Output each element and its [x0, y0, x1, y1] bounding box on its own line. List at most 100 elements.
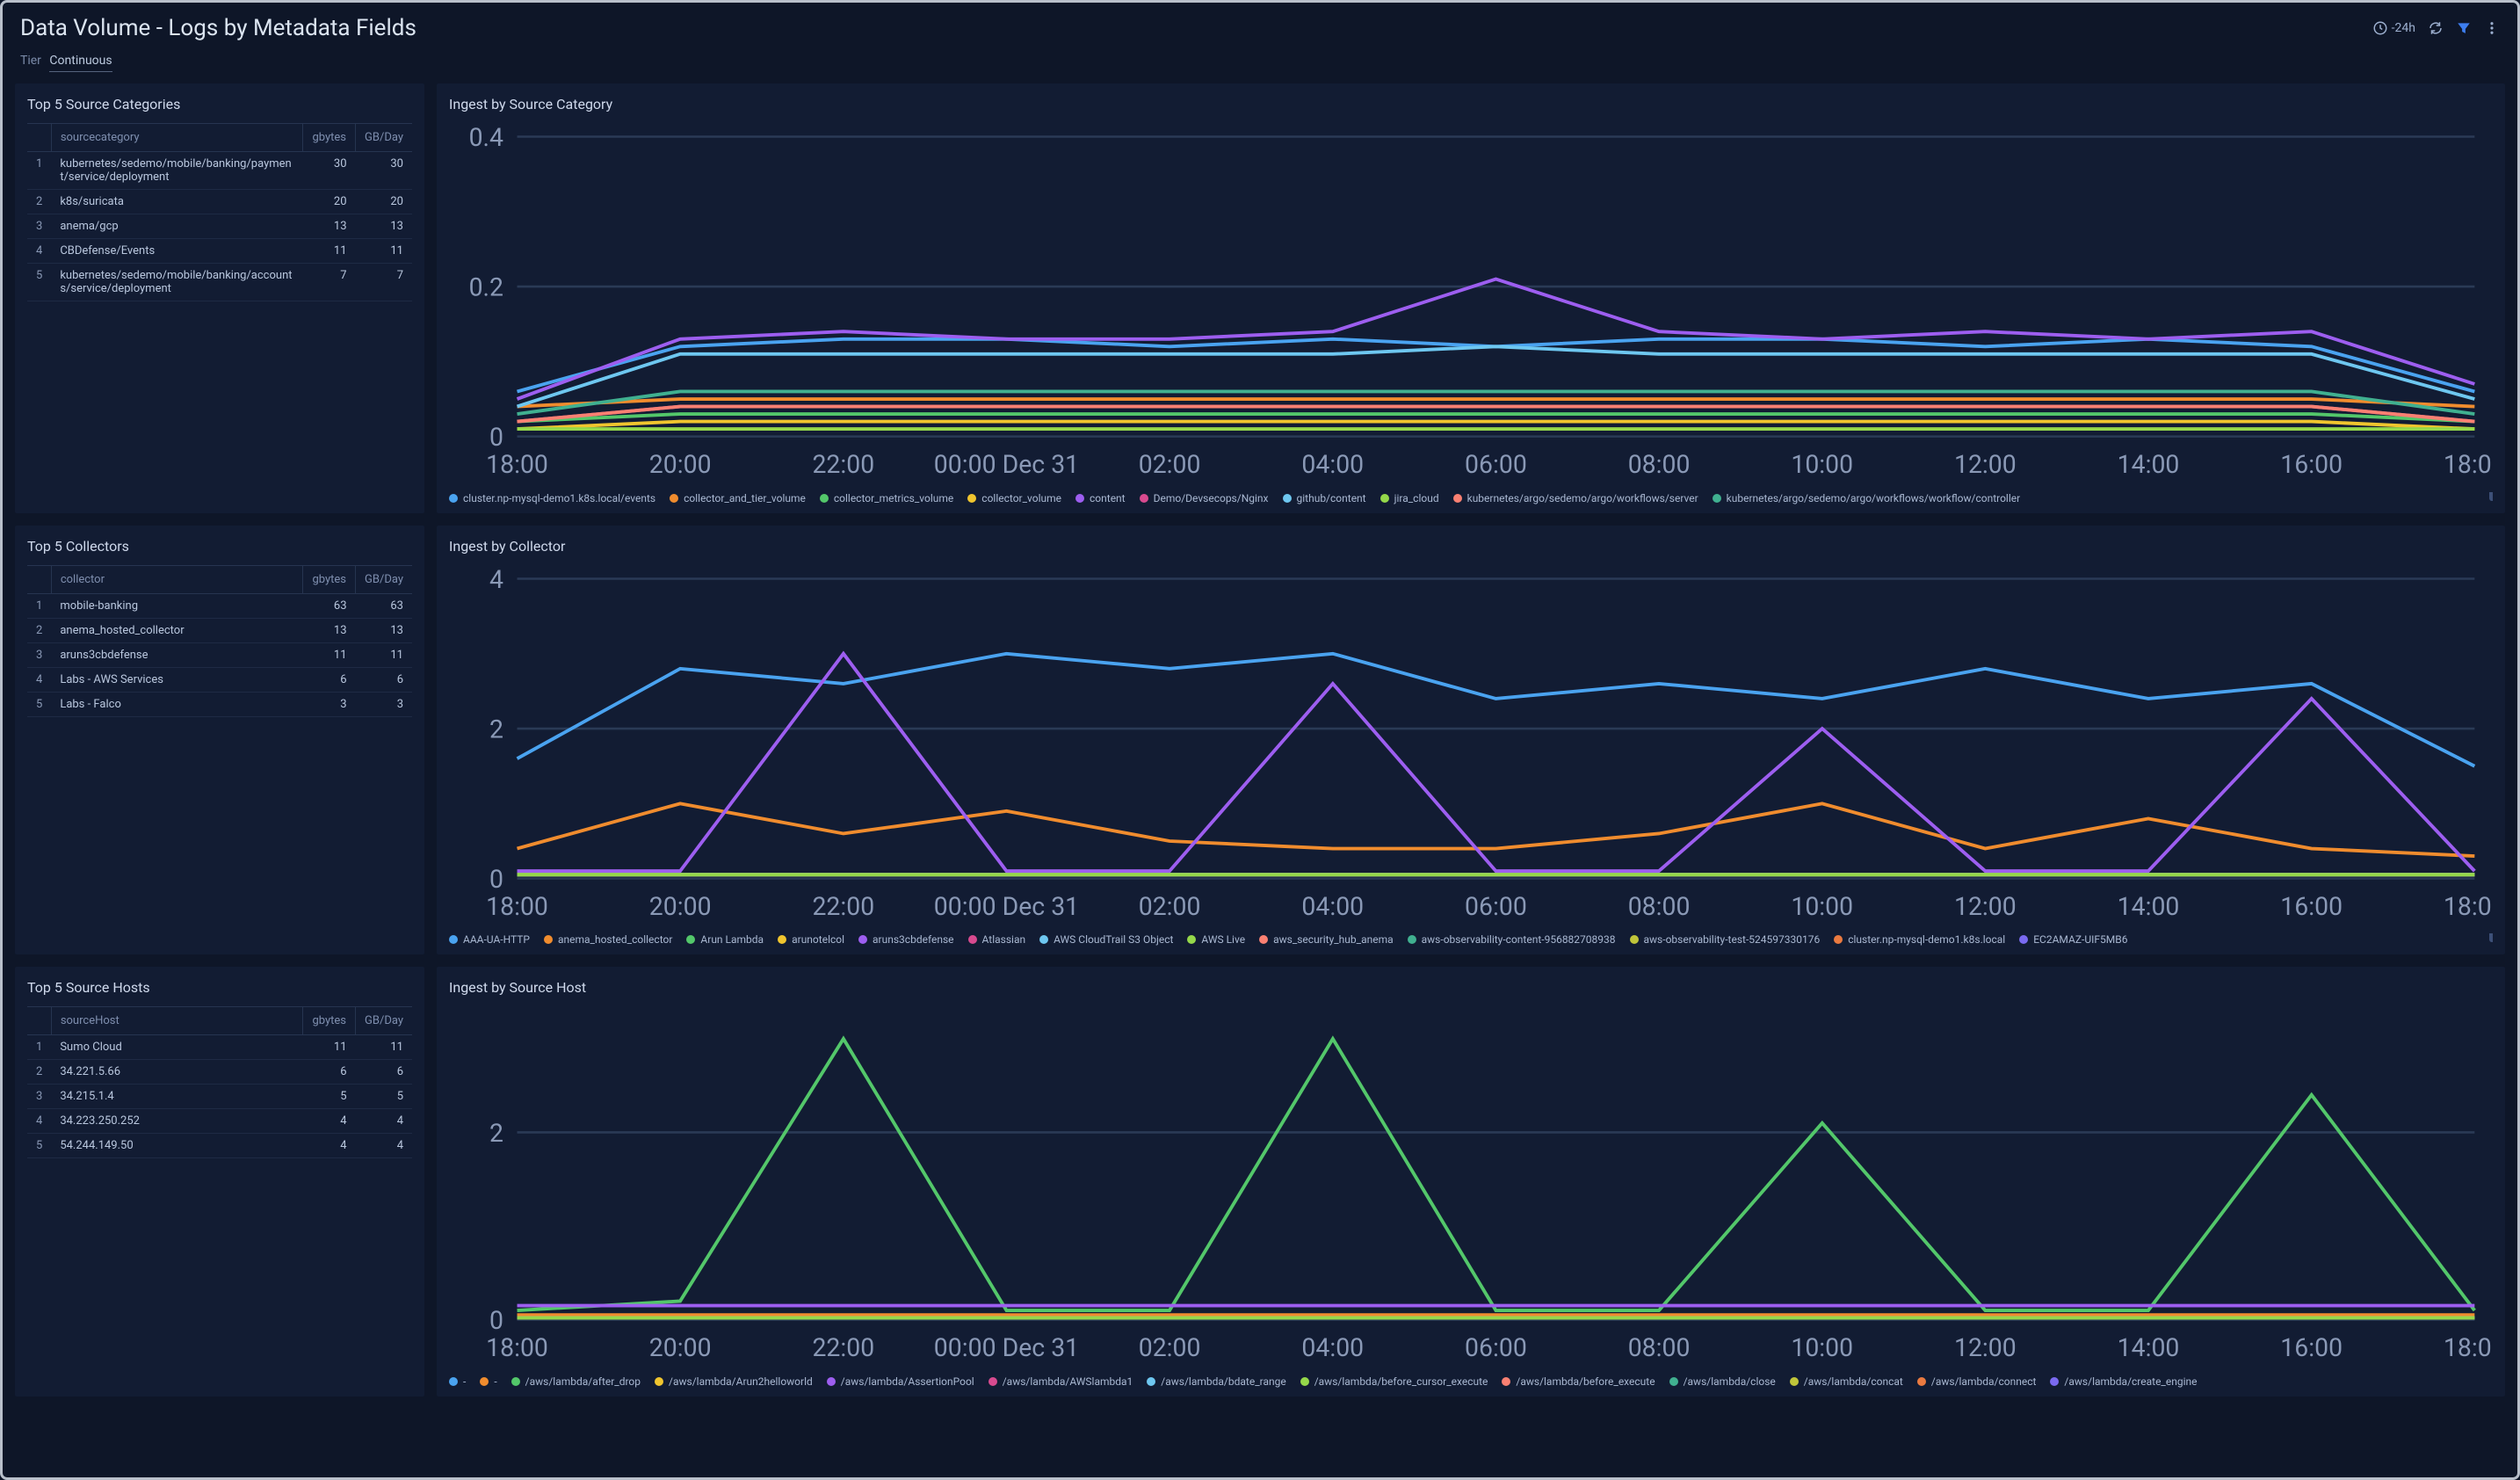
filter-bar: Tier Continuous — [3, 48, 2517, 76]
legend-item[interactable]: /aws/lambda/AWSlambda1 — [988, 1375, 1133, 1388]
legend-item[interactable]: kubernetes/argo/sedemo/argo/workflows/se… — [1453, 492, 1698, 504]
panel-ingest-source-host: Ingest by Source Host 0218:0020:0022:000… — [437, 967, 2505, 1397]
legend-item[interactable]: /aws/lambda/close — [1669, 1375, 1776, 1388]
legend-item[interactable]: - — [449, 1375, 466, 1388]
legend-item[interactable]: aws-observability-content-956882708938 — [1408, 933, 1616, 946]
svg-text:08:00: 08:00 — [1628, 450, 1691, 479]
legend-item[interactable]: AWS Live — [1187, 933, 1245, 946]
legend-item[interactable]: /aws/lambda/before_execute — [1502, 1375, 1655, 1388]
svg-text:10:00: 10:00 — [1791, 1333, 1853, 1362]
table-row[interactable]: 1kubernetes/sedemo/mobile/banking/paymen… — [27, 152, 412, 190]
svg-text:18:00: 18:00 — [486, 450, 548, 479]
legend-item[interactable]: cluster.np-mysql-demo1.k8s.local/events — [449, 492, 655, 504]
chart: 00.20.418:0020:0022:0000:00 Dec 3102:000… — [449, 123, 2493, 504]
table-row[interactable]: 1Sumo Cloud1111 — [27, 1035, 412, 1060]
legend-item[interactable]: - — [480, 1375, 496, 1388]
legend-item[interactable]: anema_hosted_collector — [544, 933, 672, 946]
filter-icon[interactable] — [2456, 20, 2472, 36]
svg-text:22:00: 22:00 — [812, 1333, 874, 1362]
legend-item[interactable]: EC2AMAZ-UIF5MB6 — [2019, 933, 2127, 946]
svg-text:2: 2 — [489, 715, 503, 744]
svg-text:08:00: 08:00 — [1628, 891, 1691, 920]
table-row[interactable]: 4CBDefense/Events1111 — [27, 239, 412, 264]
svg-text:00:00 Dec 31: 00:00 Dec 31 — [934, 891, 1079, 920]
clock-icon — [2372, 20, 2388, 36]
legend-scroll[interactable] — [2489, 933, 2493, 942]
table-row[interactable]: 434.223.250.25244 — [27, 1109, 412, 1134]
tier-filter-label: Tier — [20, 54, 41, 68]
legend-item[interactable]: Atlassian — [968, 933, 1026, 946]
table-row[interactable]: 4Labs - AWS Services66 — [27, 667, 412, 692]
legend-item[interactable]: collector_and_tier_volume — [670, 492, 806, 504]
table-row[interactable]: 5Labs - Falco33 — [27, 692, 412, 716]
table-row[interactable]: 1mobile-banking6363 — [27, 593, 412, 618]
panel-ingest-collector: Ingest by Collector 02418:0020:0022:0000… — [437, 526, 2505, 955]
legend-item[interactable]: cluster.np-mysql-demo1.k8s.local — [1834, 933, 2005, 946]
svg-text:06:00: 06:00 — [1465, 450, 1527, 479]
svg-text:0: 0 — [489, 864, 503, 893]
legend-item[interactable]: content — [1075, 492, 1126, 504]
panel-top-source-categories: Top 5 Source Categories sourcecategorygb… — [15, 83, 424, 513]
legend-item[interactable]: aruns3cbdefense — [858, 933, 954, 946]
svg-text:20:00: 20:00 — [649, 450, 712, 479]
table-row[interactable]: 3aruns3cbdefense1111 — [27, 642, 412, 667]
svg-text:14:00: 14:00 — [2118, 891, 2180, 920]
svg-text:14:00: 14:00 — [2118, 1333, 2180, 1362]
dashboard-grid: Top 5 Source Categories sourcecategorygb… — [3, 76, 2517, 1409]
table-row[interactable]: 2k8s/suricata2020 — [27, 190, 412, 214]
panel-top-source-hosts: Top 5 Source Hosts sourceHostgbytesGB/Da… — [15, 967, 424, 1397]
legend-item[interactable]: jira_cloud — [1380, 492, 1439, 504]
svg-text:04:00: 04:00 — [1301, 450, 1364, 479]
legend-item[interactable]: github/content — [1283, 492, 1366, 504]
legend-item[interactable]: Demo/Devsecops/Nginx — [1140, 492, 1269, 504]
table-row[interactable]: 554.244.149.5044 — [27, 1134, 412, 1158]
legend-item[interactable]: aws_security_hub_anema — [1259, 933, 1394, 946]
legend-item[interactable]: /aws/lambda/connect — [1917, 1375, 2037, 1388]
legend-item[interactable]: collector_volume — [967, 492, 1061, 504]
svg-text:08:00: 08:00 — [1628, 1333, 1691, 1362]
table-row[interactable]: 3anema/gcp1313 — [27, 214, 412, 239]
svg-text:18:00: 18:00 — [2444, 1333, 2493, 1362]
refresh-icon[interactable] — [2428, 20, 2444, 36]
legend-item[interactable]: collector_metrics_volume — [820, 492, 953, 504]
svg-text:12:00: 12:00 — [1954, 1333, 2017, 1362]
page-header: Data Volume - Logs by Metadata Fields -2… — [3, 3, 2517, 48]
legend-item[interactable]: /aws/lambda/before_cursor_execute — [1300, 1375, 1488, 1388]
svg-text:06:00: 06:00 — [1465, 891, 1527, 920]
panel-ingest-source-category: Ingest by Source Category 00.20.418:0020… — [437, 83, 2505, 513]
tier-filter-value[interactable]: Continuous — [49, 54, 112, 72]
chart-legend: AAA-UA-HTTP anema_hosted_collector Arun La… — [449, 933, 2493, 946]
kebab-menu-icon[interactable] — [2484, 20, 2500, 36]
time-range-selector[interactable]: -24h — [2372, 20, 2415, 36]
legend-item[interactable]: kubernetes/argo/sedemo/argo/workflows/wo… — [1713, 492, 2021, 504]
legend-item[interactable]: arunotelcol — [778, 933, 844, 946]
legend-item[interactable]: /aws/lambda/Arun2helloworld — [655, 1375, 813, 1388]
top-source-categories-table: sourcecategorygbytesGB/Day1kubernetes/se… — [27, 123, 412, 301]
chart: 0218:0020:0022:0000:00 Dec 3102:0004:000… — [449, 1006, 2493, 1388]
svg-text:02:00: 02:00 — [1139, 450, 1201, 479]
panel-title: Top 5 Source Categories — [27, 96, 412, 112]
table-row[interactable]: 5kubernetes/sedemo/mobile/banking/accoun… — [27, 264, 412, 301]
legend-item[interactable]: /aws/lambda/concat — [1790, 1375, 1903, 1388]
legend-item[interactable]: AAA-UA-HTTP — [449, 933, 530, 946]
panel-title: Top 5 Source Hosts — [27, 979, 412, 996]
svg-text:12:00: 12:00 — [1954, 891, 2017, 920]
legend-item[interactable]: /aws/lambda/create_engine — [2050, 1375, 2197, 1388]
table-row[interactable]: 234.221.5.6666 — [27, 1060, 412, 1085]
svg-text:02:00: 02:00 — [1139, 1333, 1201, 1362]
table-row[interactable]: 334.215.1.455 — [27, 1085, 412, 1109]
svg-text:0: 0 — [489, 423, 503, 452]
legend-item[interactable]: /aws/lambda/AssertionPool — [827, 1375, 974, 1388]
legend-scroll[interactable] — [2489, 492, 2493, 501]
legend-item[interactable]: Arun Lambda — [686, 933, 764, 946]
svg-text:02:00: 02:00 — [1139, 891, 1201, 920]
table-row[interactable]: 2anema_hosted_collector1313 — [27, 618, 412, 642]
legend-item[interactable]: /aws/lambda/bdate_range — [1147, 1375, 1285, 1388]
legend-item[interactable]: /aws/lambda/after_drop — [511, 1375, 641, 1388]
legend-item[interactable]: AWS CloudTrail S3 Object — [1039, 933, 1173, 946]
svg-text:16:00: 16:00 — [2280, 1333, 2343, 1362]
svg-text:18:00: 18:00 — [486, 891, 548, 920]
svg-text:12:00: 12:00 — [1954, 450, 2017, 479]
svg-text:0: 0 — [489, 1306, 503, 1335]
legend-item[interactable]: aws-observability-test-524597330176 — [1630, 933, 1821, 946]
